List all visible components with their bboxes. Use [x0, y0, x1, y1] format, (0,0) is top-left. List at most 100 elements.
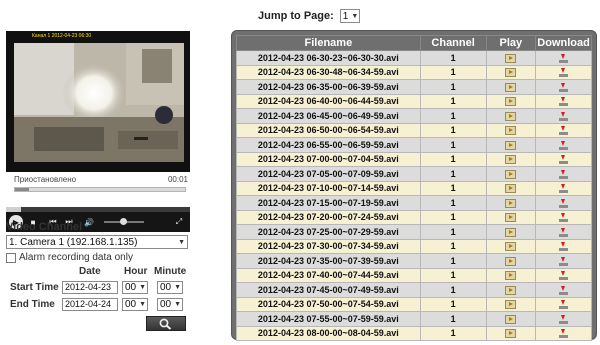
- play-icon[interactable]: [505, 82, 517, 92]
- play-cell[interactable]: [485, 325, 537, 341]
- download-icon[interactable]: [559, 68, 569, 78]
- play-icon[interactable]: [505, 227, 517, 237]
- download-icon[interactable]: [559, 198, 569, 208]
- volume-knob[interactable]: [120, 218, 127, 225]
- play-icon[interactable]: [505, 314, 517, 324]
- play-cell[interactable]: [485, 209, 537, 225]
- play-icon[interactable]: [505, 300, 517, 310]
- play-icon[interactable]: [505, 198, 517, 208]
- play-icon[interactable]: [505, 256, 517, 266]
- download-cell[interactable]: [535, 151, 592, 167]
- video-channel-select[interactable]: 1. Camera 1 (192.168.1.135) ▼: [6, 235, 188, 249]
- play-cell[interactable]: [485, 253, 537, 269]
- play-cell[interactable]: [485, 64, 537, 80]
- play-cell[interactable]: [485, 180, 537, 196]
- fullscreen-icon[interactable]: ⤢: [172, 215, 186, 229]
- download-cell[interactable]: [535, 296, 592, 312]
- start-minute-value: 00: [160, 282, 172, 293]
- start-minute-select[interactable]: 00 ▼: [157, 281, 183, 294]
- play-icon[interactable]: [505, 271, 517, 281]
- play-cell[interactable]: [485, 137, 537, 153]
- download-icon[interactable]: [559, 82, 569, 92]
- download-cell[interactable]: [535, 195, 592, 211]
- play-icon[interactable]: [505, 97, 517, 107]
- play-cell[interactable]: [485, 311, 537, 327]
- start-hour-select[interactable]: 00 ▼: [122, 281, 148, 294]
- alarm-filter[interactable]: Alarm recording data only: [6, 252, 133, 263]
- play-cell[interactable]: [485, 296, 537, 312]
- download-cell[interactable]: [535, 137, 592, 153]
- download-cell[interactable]: [535, 108, 592, 124]
- download-icon[interactable]: [559, 227, 569, 237]
- end-minute-select[interactable]: 00 ▼: [157, 298, 183, 311]
- download-icon[interactable]: [559, 53, 569, 63]
- download-cell[interactable]: [535, 50, 592, 66]
- download-cell[interactable]: [535, 224, 592, 240]
- download-icon[interactable]: [559, 213, 569, 223]
- download-cell[interactable]: [535, 64, 592, 80]
- download-cell[interactable]: [535, 209, 592, 225]
- play-icon[interactable]: [505, 169, 517, 179]
- download-icon[interactable]: [559, 256, 569, 266]
- download-icon[interactable]: [559, 97, 569, 107]
- play-cell[interactable]: [485, 79, 537, 95]
- play-icon[interactable]: [505, 184, 517, 194]
- volume-icon[interactable]: 🔊: [82, 215, 96, 229]
- download-icon[interactable]: [559, 111, 569, 121]
- start-date-input[interactable]: 2012-04-23: [62, 281, 118, 294]
- video-viewport[interactable]: Канал 1 2012-04-23 06:30: [6, 31, 190, 172]
- download-icon[interactable]: [559, 184, 569, 194]
- download-cell[interactable]: [535, 166, 592, 182]
- download-cell[interactable]: [535, 180, 592, 196]
- download-icon[interactable]: [559, 126, 569, 136]
- play-icon[interactable]: [505, 140, 517, 150]
- download-cell[interactable]: [535, 122, 592, 138]
- download-icon[interactable]: [559, 329, 569, 339]
- play-cell[interactable]: [485, 166, 537, 182]
- end-hour-select[interactable]: 00 ▼: [122, 298, 148, 311]
- play-cell[interactable]: [485, 224, 537, 240]
- download-cell[interactable]: [535, 238, 592, 254]
- play-cell[interactable]: [485, 238, 537, 254]
- download-cell[interactable]: [535, 282, 592, 298]
- play-cell[interactable]: [485, 151, 537, 167]
- play-cell[interactable]: [485, 267, 537, 283]
- play-icon[interactable]: [505, 53, 517, 63]
- download-icon[interactable]: [559, 285, 569, 295]
- download-icon[interactable]: [559, 242, 569, 252]
- play-icon[interactable]: [505, 111, 517, 121]
- download-cell[interactable]: [535, 325, 592, 341]
- play-cell[interactable]: [485, 108, 537, 124]
- play-icon[interactable]: [505, 329, 517, 339]
- download-cell[interactable]: [535, 311, 592, 327]
- player-seek-bar[interactable]: [14, 187, 186, 192]
- table-row: 2012-04-23 07-05-00~07-09-59.avi 1: [236, 166, 592, 182]
- end-date-input[interactable]: 2012-04-24: [62, 298, 118, 311]
- download-cell[interactable]: [535, 253, 592, 269]
- download-icon[interactable]: [559, 271, 569, 281]
- play-cell[interactable]: [485, 122, 537, 138]
- search-button[interactable]: [146, 316, 186, 331]
- download-icon[interactable]: [559, 140, 569, 150]
- play-icon[interactable]: [505, 213, 517, 223]
- download-cell[interactable]: [535, 93, 592, 109]
- play-icon[interactable]: [505, 155, 517, 165]
- play-cell[interactable]: [485, 93, 537, 109]
- page-select[interactable]: 1 ▼: [339, 9, 360, 23]
- play-cell[interactable]: [485, 282, 537, 298]
- video-player[interactable]: Канал 1 2012-04-23 06:30 Приостановлено …: [6, 31, 190, 232]
- channel-cell: 1: [419, 122, 487, 138]
- play-icon[interactable]: [505, 126, 517, 136]
- play-icon[interactable]: [505, 68, 517, 78]
- play-cell[interactable]: [485, 50, 537, 66]
- download-icon[interactable]: [559, 300, 569, 310]
- play-icon[interactable]: [505, 242, 517, 252]
- play-cell[interactable]: [485, 195, 537, 211]
- alarm-checkbox[interactable]: [6, 252, 16, 263]
- play-icon[interactable]: [505, 285, 517, 295]
- download-icon[interactable]: [559, 169, 569, 179]
- download-icon[interactable]: [559, 155, 569, 165]
- download-cell[interactable]: [535, 267, 592, 283]
- download-cell[interactable]: [535, 79, 592, 95]
- download-icon[interactable]: [559, 314, 569, 324]
